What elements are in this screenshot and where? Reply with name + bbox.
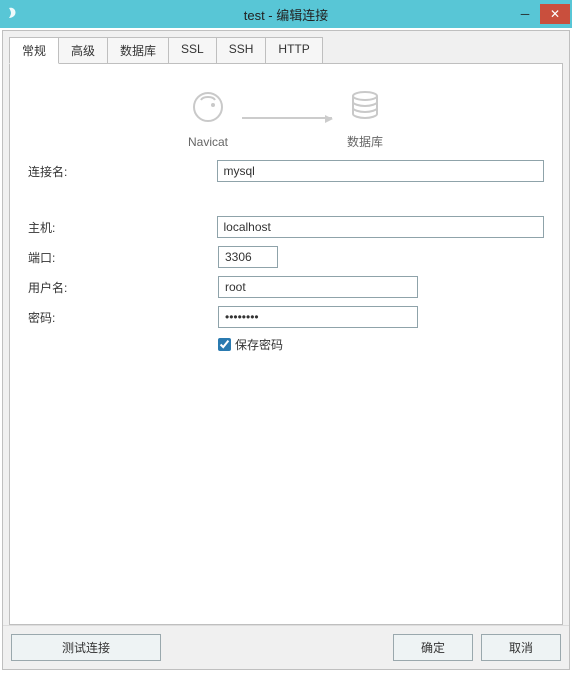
window-controls: ─ ✕ (510, 4, 572, 24)
tab-http[interactable]: HTTP (265, 37, 322, 64)
connection-arrow-icon (242, 117, 332, 119)
port-input[interactable] (218, 246, 278, 268)
connection-illustration: Navicat 数据库 (28, 86, 544, 150)
label-user: 用户名: (28, 279, 218, 296)
host-input[interactable] (217, 216, 545, 238)
navicat-icon (189, 88, 227, 129)
label-host: 主机: (28, 219, 217, 236)
illus-left-label: Navicat (188, 135, 228, 149)
dialog-footer: 测试连接 确定 取消 (3, 625, 569, 669)
tab-general[interactable]: 常规 (9, 37, 59, 64)
window-title: test - 编辑连接 (244, 5, 329, 24)
cancel-button[interactable]: 取消 (481, 634, 561, 661)
connection-name-input[interactable] (217, 160, 545, 182)
password-input[interactable] (218, 306, 418, 328)
tab-database[interactable]: 数据库 (107, 37, 169, 64)
titlebar: test - 编辑连接 ─ ✕ (0, 0, 572, 28)
illus-right-label: 数据库 (347, 133, 383, 150)
tab-ssl[interactable]: SSL (168, 37, 217, 64)
tab-bar: 常规 高级 数据库 SSL SSH HTTP (3, 31, 569, 64)
username-input[interactable] (218, 276, 418, 298)
ok-button[interactable]: 确定 (393, 634, 473, 661)
minimize-button[interactable]: ─ (510, 4, 540, 24)
test-connection-button[interactable]: 测试连接 (11, 634, 161, 661)
app-icon (4, 4, 24, 24)
label-port: 端口: (28, 249, 218, 266)
label-password: 密码: (28, 309, 218, 326)
tab-panel-general: Navicat 数据库 连接名: 主机: (9, 63, 563, 625)
label-save-password: 保存密码 (235, 336, 283, 353)
tab-ssh[interactable]: SSH (216, 37, 267, 64)
dialog-content: 常规 高级 数据库 SSL SSH HTTP Navicat (2, 30, 570, 670)
database-icon (346, 86, 384, 127)
label-connection-name: 连接名: (28, 163, 217, 180)
tab-advanced[interactable]: 高级 (58, 37, 108, 64)
close-button[interactable]: ✕ (540, 4, 570, 24)
save-password-checkbox[interactable] (218, 338, 231, 351)
